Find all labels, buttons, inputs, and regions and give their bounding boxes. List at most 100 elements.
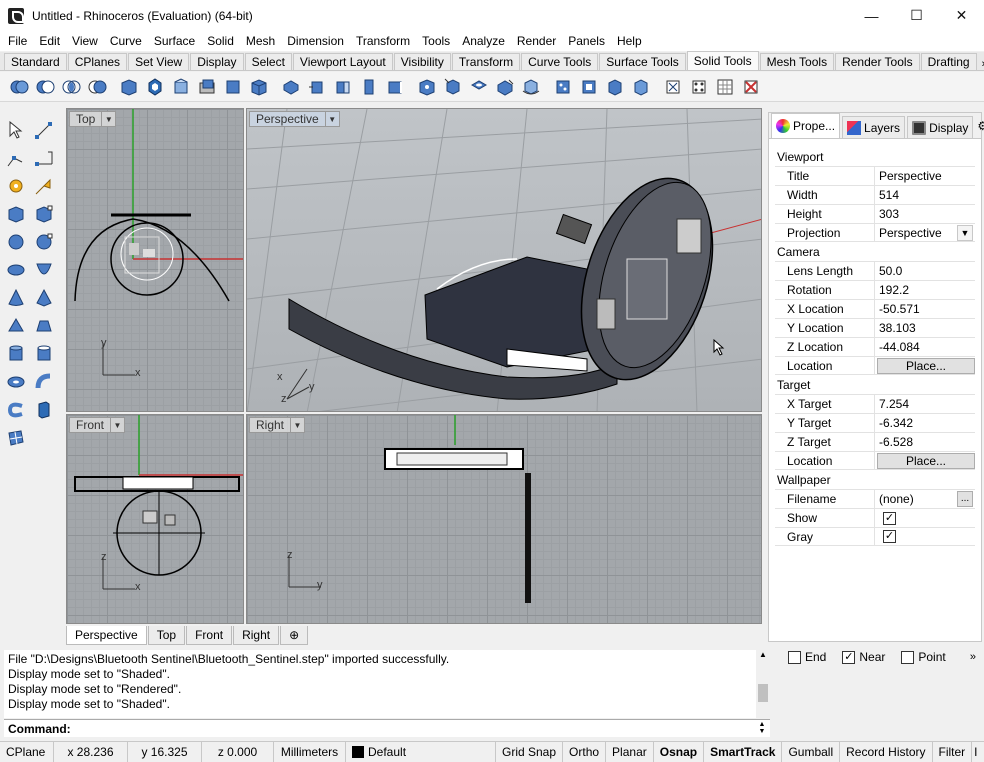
prop-z-location-field[interactable]: -44.084 bbox=[875, 338, 975, 356]
osnap-toggle[interactable]: Osnap bbox=[654, 741, 705, 762]
chevron-down-icon[interactable]: ▼ bbox=[957, 225, 973, 241]
command-spin-icon[interactable]: ▲ ▼ bbox=[756, 721, 768, 735]
menu-edit[interactable]: Edit bbox=[33, 34, 66, 48]
tab-cplanes[interactable]: CPlanes bbox=[67, 53, 128, 70]
perspective-viewport-label[interactable]: Perspective ▼ bbox=[249, 111, 340, 127]
revolve-icon[interactable] bbox=[4, 398, 28, 422]
menu-transform[interactable]: Transform bbox=[350, 34, 416, 48]
filter-toggle[interactable]: Filter bbox=[933, 741, 973, 762]
paraboloid-icon[interactable] bbox=[32, 258, 56, 282]
chevron-down-icon[interactable]: ▼ bbox=[290, 418, 304, 432]
osnap-point[interactable]: Point bbox=[895, 650, 946, 664]
viewport-tab-top[interactable]: Top bbox=[147, 626, 186, 645]
right-viewport-label[interactable]: Right ▼ bbox=[249, 417, 306, 433]
fillet-edge-icon[interactable] bbox=[170, 76, 192, 98]
menu-view[interactable]: View bbox=[66, 34, 104, 48]
select-arrow-icon[interactable] bbox=[4, 118, 28, 142]
move-hole-icon[interactable] bbox=[578, 76, 600, 98]
scroll-thumb[interactable] bbox=[758, 684, 768, 702]
tab-drafting[interactable]: Drafting bbox=[920, 53, 977, 70]
prop-title-field[interactable]: Perspective bbox=[875, 167, 975, 185]
maximize-button[interactable]: ☐ bbox=[894, 0, 939, 31]
osnap-near[interactable]: ✓ Near bbox=[836, 650, 885, 664]
viewport-tab-right[interactable]: Right bbox=[233, 626, 280, 645]
move-edge-icon[interactable] bbox=[384, 76, 406, 98]
fold-face-icon[interactable] bbox=[442, 76, 464, 98]
copy-hole-icon[interactable] bbox=[604, 76, 626, 98]
tab-viewport-layout[interactable]: Viewport Layout bbox=[292, 53, 393, 70]
scroll-up-icon[interactable]: ▲ bbox=[756, 650, 770, 659]
tab-render-tools[interactable]: Render Tools bbox=[835, 53, 920, 70]
chevron-down-icon[interactable]: ▼ bbox=[110, 418, 124, 432]
menu-surface[interactable]: Surface bbox=[148, 34, 201, 48]
point-icon[interactable] bbox=[32, 118, 56, 142]
shell-icon[interactable] bbox=[196, 76, 218, 98]
tab-set-view[interactable]: Set View bbox=[128, 53, 190, 70]
status-overflow[interactable]: I bbox=[972, 742, 979, 762]
front-viewport[interactable]: Front ▼ z x bbox=[66, 414, 244, 624]
arrow-diagonal-icon[interactable] bbox=[32, 174, 56, 198]
curve-icon[interactable] bbox=[32, 146, 56, 170]
perspective-viewport[interactable]: Perspective ▼ x y z bbox=[246, 108, 762, 412]
tab-visibility[interactable]: Visibility bbox=[393, 53, 451, 70]
tab-display[interactable]: Display bbox=[190, 53, 244, 70]
toolbar-tabs-more-button[interactable]: » bbox=[978, 58, 984, 70]
prop-rotation-field[interactable]: 192.2 bbox=[875, 281, 975, 299]
menu-solid[interactable]: Solid bbox=[201, 34, 240, 48]
tab-transform[interactable]: Transform bbox=[451, 53, 521, 70]
box-icon[interactable] bbox=[4, 202, 28, 226]
polyline-icon[interactable] bbox=[4, 146, 28, 170]
prop-y-location-field[interactable]: 38.103 bbox=[875, 319, 975, 337]
close-button[interactable]: ✕ bbox=[939, 0, 984, 31]
cone-icon[interactable] bbox=[4, 286, 28, 310]
menu-render[interactable]: Render bbox=[511, 34, 562, 48]
record-history-toggle[interactable]: Record History bbox=[840, 741, 933, 762]
menu-file[interactable]: File bbox=[2, 34, 33, 48]
box-edit-icon[interactable] bbox=[32, 202, 56, 226]
top-viewport[interactable]: Top ▼ y x bbox=[66, 108, 244, 412]
status-cplane[interactable]: CPlane bbox=[0, 741, 54, 762]
array-hole-icon[interactable] bbox=[552, 76, 574, 98]
solid-points-grid-icon[interactable] bbox=[714, 76, 736, 98]
ellipsoid-icon[interactable] bbox=[4, 258, 28, 282]
cap-planar-holes-icon[interactable] bbox=[118, 76, 140, 98]
menu-analyze[interactable]: Analyze bbox=[456, 34, 511, 48]
rotate-hole-icon[interactable] bbox=[630, 76, 652, 98]
pyramid-solid-icon[interactable] bbox=[4, 314, 28, 338]
truncated-pyramid-icon[interactable] bbox=[32, 314, 56, 338]
grid-snap-toggle[interactable]: Grid Snap bbox=[496, 741, 564, 762]
history-scrollbar[interactable]: ▲ bbox=[756, 650, 770, 718]
ortho-toggle[interactable]: Ortho bbox=[563, 741, 607, 762]
place-hole-icon[interactable] bbox=[494, 76, 516, 98]
rhino-app-icon[interactable] bbox=[8, 7, 24, 24]
gear-icon[interactable] bbox=[4, 174, 28, 198]
tab-layers[interactable]: Layers bbox=[842, 116, 906, 138]
menu-help[interactable]: Help bbox=[611, 34, 648, 48]
add-viewport-tab-button[interactable]: ⊕ bbox=[280, 626, 309, 645]
prop-z-target-field[interactable]: -6.528 bbox=[875, 433, 975, 451]
prop-y-target-field[interactable]: -6.342 bbox=[875, 414, 975, 432]
show-checkbox[interactable]: ✓ bbox=[883, 511, 896, 525]
menu-curve[interactable]: Curve bbox=[104, 34, 148, 48]
browse-button[interactable]: ... bbox=[957, 491, 973, 507]
status-units[interactable]: Millimeters bbox=[274, 741, 346, 762]
solid-points-on-icon[interactable] bbox=[688, 76, 710, 98]
planar-toggle[interactable]: Planar bbox=[606, 741, 654, 762]
panel-gear-icon[interactable]: ⚙ bbox=[977, 119, 984, 133]
right-viewport[interactable]: Right ▼ z y bbox=[246, 414, 762, 624]
move-face-icon[interactable] bbox=[280, 76, 302, 98]
tab-display[interactable]: Display bbox=[907, 116, 974, 138]
solid-edit-icon[interactable] bbox=[248, 76, 270, 98]
tab-solid-tools[interactable]: Solid Tools bbox=[686, 51, 759, 70]
osnap-end[interactable]: End bbox=[782, 650, 826, 664]
gray-checkbox[interactable]: ✓ bbox=[883, 530, 896, 543]
revolve-hole-icon[interactable] bbox=[520, 76, 542, 98]
sphere-edit-icon[interactable] bbox=[32, 230, 56, 254]
gumball-toggle[interactable]: Gumball bbox=[782, 741, 841, 762]
create-hole-icon[interactable] bbox=[468, 76, 490, 98]
prop-height-field[interactable]: 303 bbox=[875, 205, 975, 223]
smarttrack-toggle[interactable]: SmartTrack bbox=[704, 741, 783, 762]
status-layer[interactable]: Default bbox=[346, 741, 496, 762]
prop-filename-field[interactable]: (none) bbox=[879, 492, 914, 506]
viewport-tab-perspective[interactable]: Perspective bbox=[66, 626, 147, 645]
